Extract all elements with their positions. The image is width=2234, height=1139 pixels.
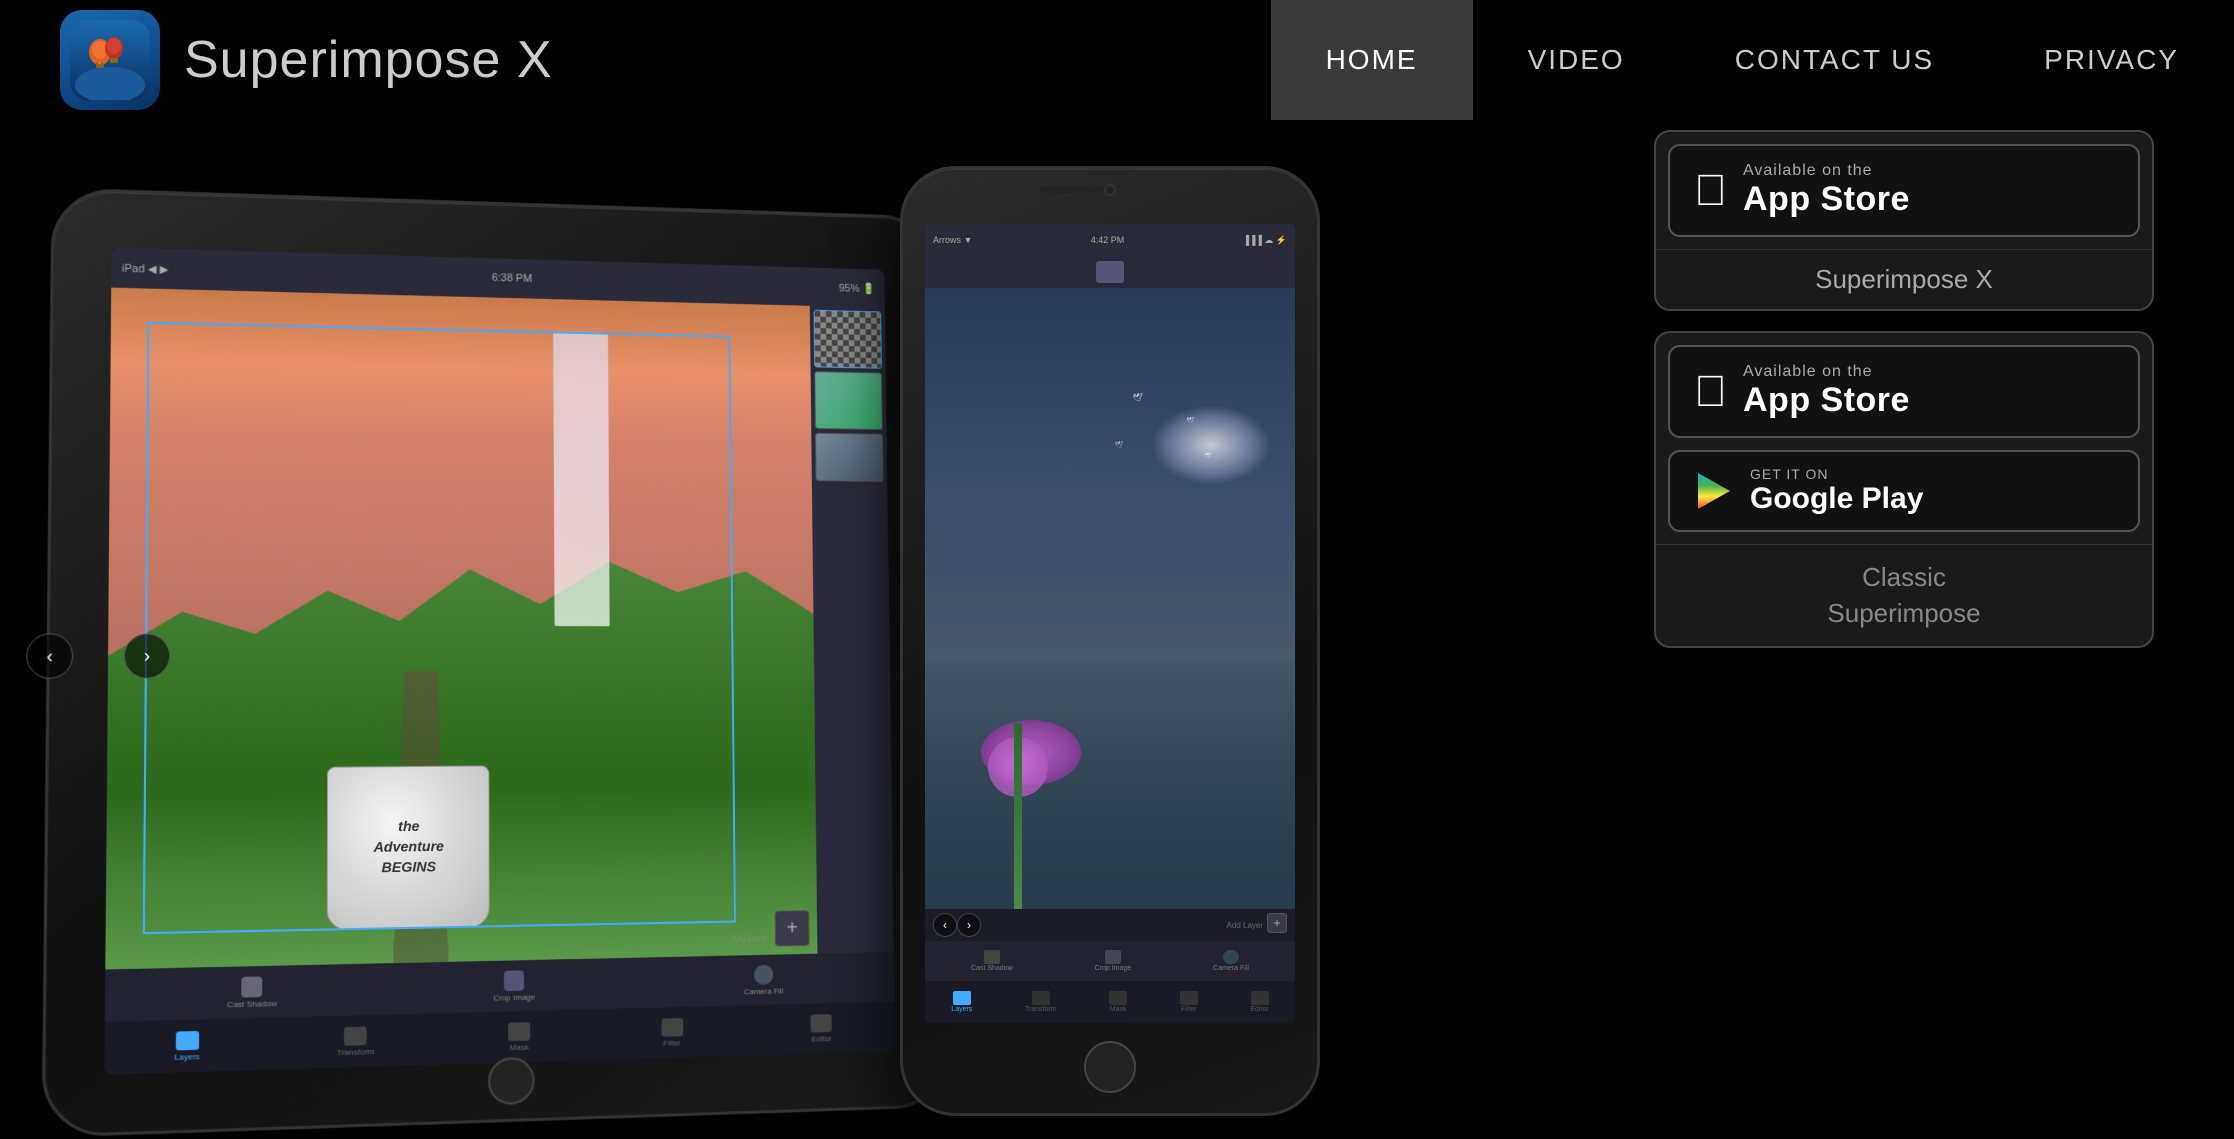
logo-container[interactable]: Superimpose X bbox=[60, 10, 553, 110]
iphone-tab-filter[interactable]: Filter bbox=[1180, 991, 1198, 1013]
next-arrow[interactable]: › bbox=[124, 633, 171, 678]
ipad-time: 6:38 PM bbox=[492, 272, 532, 285]
iphone-topbar: Arrows ▼ 4:42 PM ▐▐▐ ☁ ⚡ bbox=[925, 224, 1295, 256]
nav-video[interactable]: VIDEO bbox=[1473, 0, 1680, 120]
iphone-tool-crop[interactable]: Crop Image bbox=[1095, 950, 1132, 972]
iphone-next-arrow[interactable]: › bbox=[957, 913, 981, 937]
nav-home[interactable]: HOME bbox=[1271, 0, 1473, 120]
tab-editor[interactable]: Editor bbox=[811, 1014, 833, 1044]
tab-layers[interactable]: Layers bbox=[174, 1030, 200, 1061]
ipad-status-left: iPad ◀ ▶ bbox=[122, 261, 169, 275]
tab-transform[interactable]: Transform bbox=[337, 1026, 374, 1057]
add-layer-label-iphone: Add Layer bbox=[1227, 921, 1263, 930]
iphone-home-button[interactable] bbox=[1084, 1041, 1136, 1093]
iphone-status-left: Arrows ▼ bbox=[933, 235, 972, 245]
ipad-screen: iPad ◀ ▶ 6:38 PM 95% 🔋 bbox=[104, 247, 895, 1074]
iphone-tab-mask[interactable]: Mask bbox=[1109, 991, 1127, 1013]
bird-swarm: 🕊 🕊 🕊 🕊 bbox=[1097, 381, 1277, 501]
iphone-status-right: ▐▐▐ ☁ ⚡ bbox=[1243, 235, 1287, 246]
iphone-screen: Arrows ▼ 4:42 PM ▐▐▐ ☁ ⚡ bbox=[925, 224, 1295, 1023]
iphone-camera bbox=[1104, 184, 1116, 196]
google-play-button[interactable]: GET IT ON Google Play bbox=[1668, 450, 2140, 532]
iphone-add-layer-btn[interactable]: + bbox=[1267, 913, 1287, 933]
devices-container: ‹ › iPad ◀ ▶ 6:38 PM 95% 🔋 bbox=[60, 136, 1260, 1116]
tab-mask[interactable]: Mask bbox=[508, 1022, 530, 1052]
appstore-classic-subtitle: Available on the bbox=[1743, 363, 1910, 381]
ipad-mockup: ‹ › iPad ◀ ▶ 6:38 PM 95% 🔋 bbox=[60, 196, 960, 1116]
nav-privacy[interactable]: PRIVACY bbox=[1989, 0, 2234, 120]
mug-overlay: theAdventureBEGINS bbox=[327, 765, 490, 930]
ipad-canvas: theAdventureBEGINS + Add Layer bbox=[105, 288, 817, 970]
iphone-tool-shadow[interactable]: Cast Shadow bbox=[971, 950, 1013, 972]
layers-panel bbox=[810, 306, 894, 954]
apple-icon-bottom:  bbox=[1694, 370, 1727, 414]
tool-cast-shadow[interactable]: Cast Shadow bbox=[227, 976, 277, 1009]
ipad-app-content: iPad ◀ ▶ 6:38 PM 95% 🔋 bbox=[104, 247, 895, 1074]
google-play-title: Google Play bbox=[1750, 482, 1923, 516]
nav-contact[interactable]: CONTACT US bbox=[1680, 0, 1989, 120]
nav-links: HOME VIDEO CONTACT US PRIVACY bbox=[1271, 0, 2234, 120]
appstore-classic-title: App Store bbox=[1743, 381, 1910, 420]
iphone-bottombar: Layers Transform Mask Filter bbox=[925, 981, 1295, 1023]
tool-crop[interactable]: Crop Image bbox=[493, 970, 535, 1003]
iphone-tab-transform[interactable]: Transform bbox=[1025, 991, 1057, 1013]
ipad-outer: ‹ › iPad ◀ ▶ 6:38 PM 95% 🔋 bbox=[42, 187, 952, 1138]
appstore-x-title: App Store bbox=[1743, 180, 1910, 219]
layer-thumb-3[interactable] bbox=[815, 433, 883, 482]
iphone-canvas: 🕊 🕊 🕊 🕊 bbox=[925, 288, 1295, 909]
tab-filter[interactable]: Filter bbox=[661, 1018, 683, 1048]
iphone-tab-editor[interactable]: Editor bbox=[1250, 991, 1268, 1013]
ipad-status-right: 95% 🔋 bbox=[839, 281, 875, 294]
iphone-toolbar: Cast Shadow Crop Image Camera Fill bbox=[925, 941, 1295, 981]
iphone-speaker bbox=[1040, 187, 1110, 193]
apple-icon-top:  bbox=[1694, 169, 1727, 213]
layer-thumb-1[interactable] bbox=[814, 310, 882, 369]
iphone-mockup: Arrows ▼ 4:42 PM ▐▐▐ ☁ ⚡ bbox=[900, 166, 1320, 1116]
add-layer-button[interactable]: + bbox=[775, 910, 810, 947]
canvas-image: theAdventureBEGINS + Add Layer bbox=[105, 288, 817, 970]
iphone-tab-layers[interactable]: Layers bbox=[951, 991, 972, 1013]
google-play-subtitle: GET IT ON bbox=[1750, 466, 1923, 482]
navigation: Superimpose X HOME VIDEO CONTACT US PRIV… bbox=[0, 0, 2234, 120]
iphone-tool-camera[interactable]: Camera Fill bbox=[1213, 950, 1249, 972]
google-play-icon bbox=[1694, 471, 1734, 511]
app-icon bbox=[60, 10, 160, 110]
google-play-text: GET IT ON Google Play bbox=[1750, 466, 1923, 516]
iphone-prev-arrow[interactable]: ‹ bbox=[933, 913, 957, 937]
layer-thumb-2[interactable] bbox=[814, 371, 882, 430]
app-store-section:  Available on the App Store Superimpose… bbox=[1654, 130, 2154, 648]
iphone-toolbar-top bbox=[925, 256, 1295, 288]
appstore-classic-text: Available on the App Store bbox=[1743, 363, 1910, 420]
tool-camera-fill[interactable]: Camera Fill bbox=[744, 964, 784, 996]
iphone-app-content: Arrows ▼ 4:42 PM ▐▐▐ ☁ ⚡ bbox=[925, 224, 1295, 1023]
app-name-x: Superimpose X bbox=[1656, 249, 2152, 309]
prev-arrow[interactable]: ‹ bbox=[26, 633, 73, 679]
appstore-x-text: Available on the App Store bbox=[1743, 162, 1910, 219]
ipad-main-area: theAdventureBEGINS + Add Layer bbox=[105, 288, 894, 970]
appstore-x-button[interactable]:  Available on the App Store bbox=[1668, 144, 2140, 237]
ipad-home-button[interactable] bbox=[488, 1057, 535, 1106]
store-group-top:  Available on the App Store Superimpose… bbox=[1654, 130, 2154, 311]
waterfall-effect bbox=[553, 332, 610, 627]
iphone-grid-icon bbox=[1096, 261, 1124, 283]
stem bbox=[1014, 723, 1022, 909]
appstore-classic-button[interactable]:  Available on the App Store bbox=[1668, 345, 2140, 438]
classic-app-name: Classic Superimpose bbox=[1656, 544, 2152, 646]
iphone-outer: Arrows ▼ 4:42 PM ▐▐▐ ☁ ⚡ bbox=[900, 166, 1320, 1116]
add-layer-label: Add Layer bbox=[732, 934, 767, 944]
appstore-x-subtitle: Available on the bbox=[1743, 162, 1910, 180]
store-group-bottom:  Available on the App Store bbox=[1654, 331, 2154, 648]
app-title: Superimpose X bbox=[184, 30, 553, 90]
iphone-time: 4:42 PM bbox=[1091, 235, 1125, 245]
iphone-nav-arrows: ‹ › Add Layer + bbox=[925, 909, 1295, 941]
